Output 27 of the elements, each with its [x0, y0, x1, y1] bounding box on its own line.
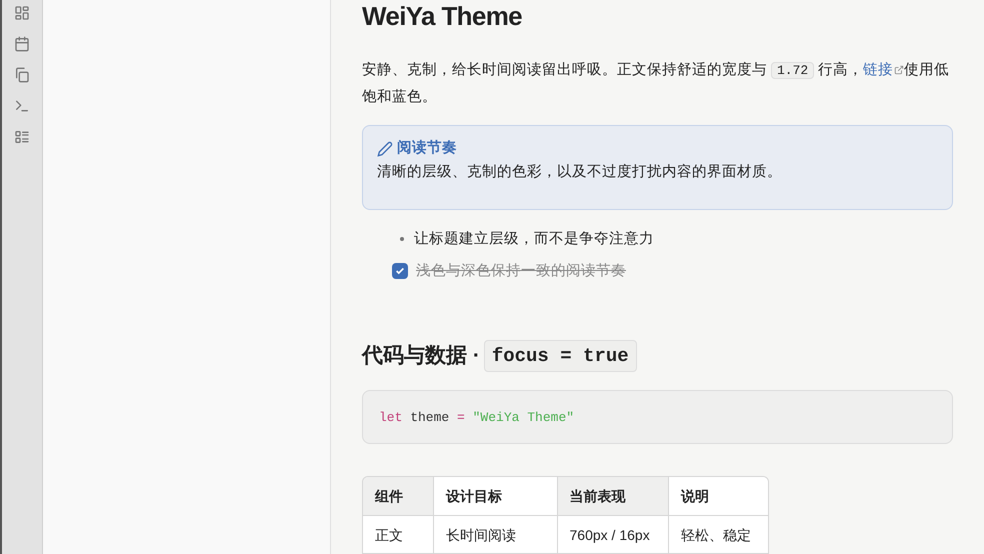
callout-title: 阅读节奏 [397, 138, 457, 158]
dashboard-icon[interactable] [14, 5, 30, 21]
terminal-icon[interactable] [14, 98, 30, 114]
table-cell: 轻松、稳定 [668, 516, 768, 553]
table-cell: 长时间阅读 [432, 516, 557, 553]
external-link-icon [894, 65, 904, 76]
table-cell-text: 正文 [374, 526, 404, 545]
task-checkbox[interactable] [392, 262, 408, 279]
callout-text: 清晰的层级、克制的色彩，以及不过度打扰内容的界面材质。 [377, 162, 783, 182]
list-icon[interactable] [14, 129, 30, 145]
page-title: WeiYa Theme [362, 0, 523, 32]
task-text: 浅色与深色保持一致的阅读节奏 [416, 262, 626, 281]
list-item: 让标题建立层级，而不是争夺注意力 [414, 230, 654, 249]
column-header: 当前表现 [556, 477, 668, 516]
checkmark-icon [395, 266, 405, 276]
column-header: 组件 [363, 477, 433, 516]
code-block: let theme = "WeiYa Theme" [362, 390, 953, 444]
pencil-icon [377, 140, 393, 157]
link[interactable]: 链接 [863, 62, 904, 78]
column-header: 说明 [668, 477, 768, 516]
table-cell: 760px / 16px [556, 516, 668, 553]
copy-icon[interactable] [14, 67, 30, 83]
section-heading: 代码与数据 · [362, 343, 480, 370]
bullet-icon [400, 236, 404, 241]
intro-paragraph: 安静、克制，给长时间阅读留出呼吸。正文保持舒适的宽度与 1.72 行高，链接 使用低饱和蓝色。 [362, 60, 950, 107]
calendar-icon[interactable] [14, 36, 30, 52]
inline-code: focus = true [484, 340, 637, 372]
